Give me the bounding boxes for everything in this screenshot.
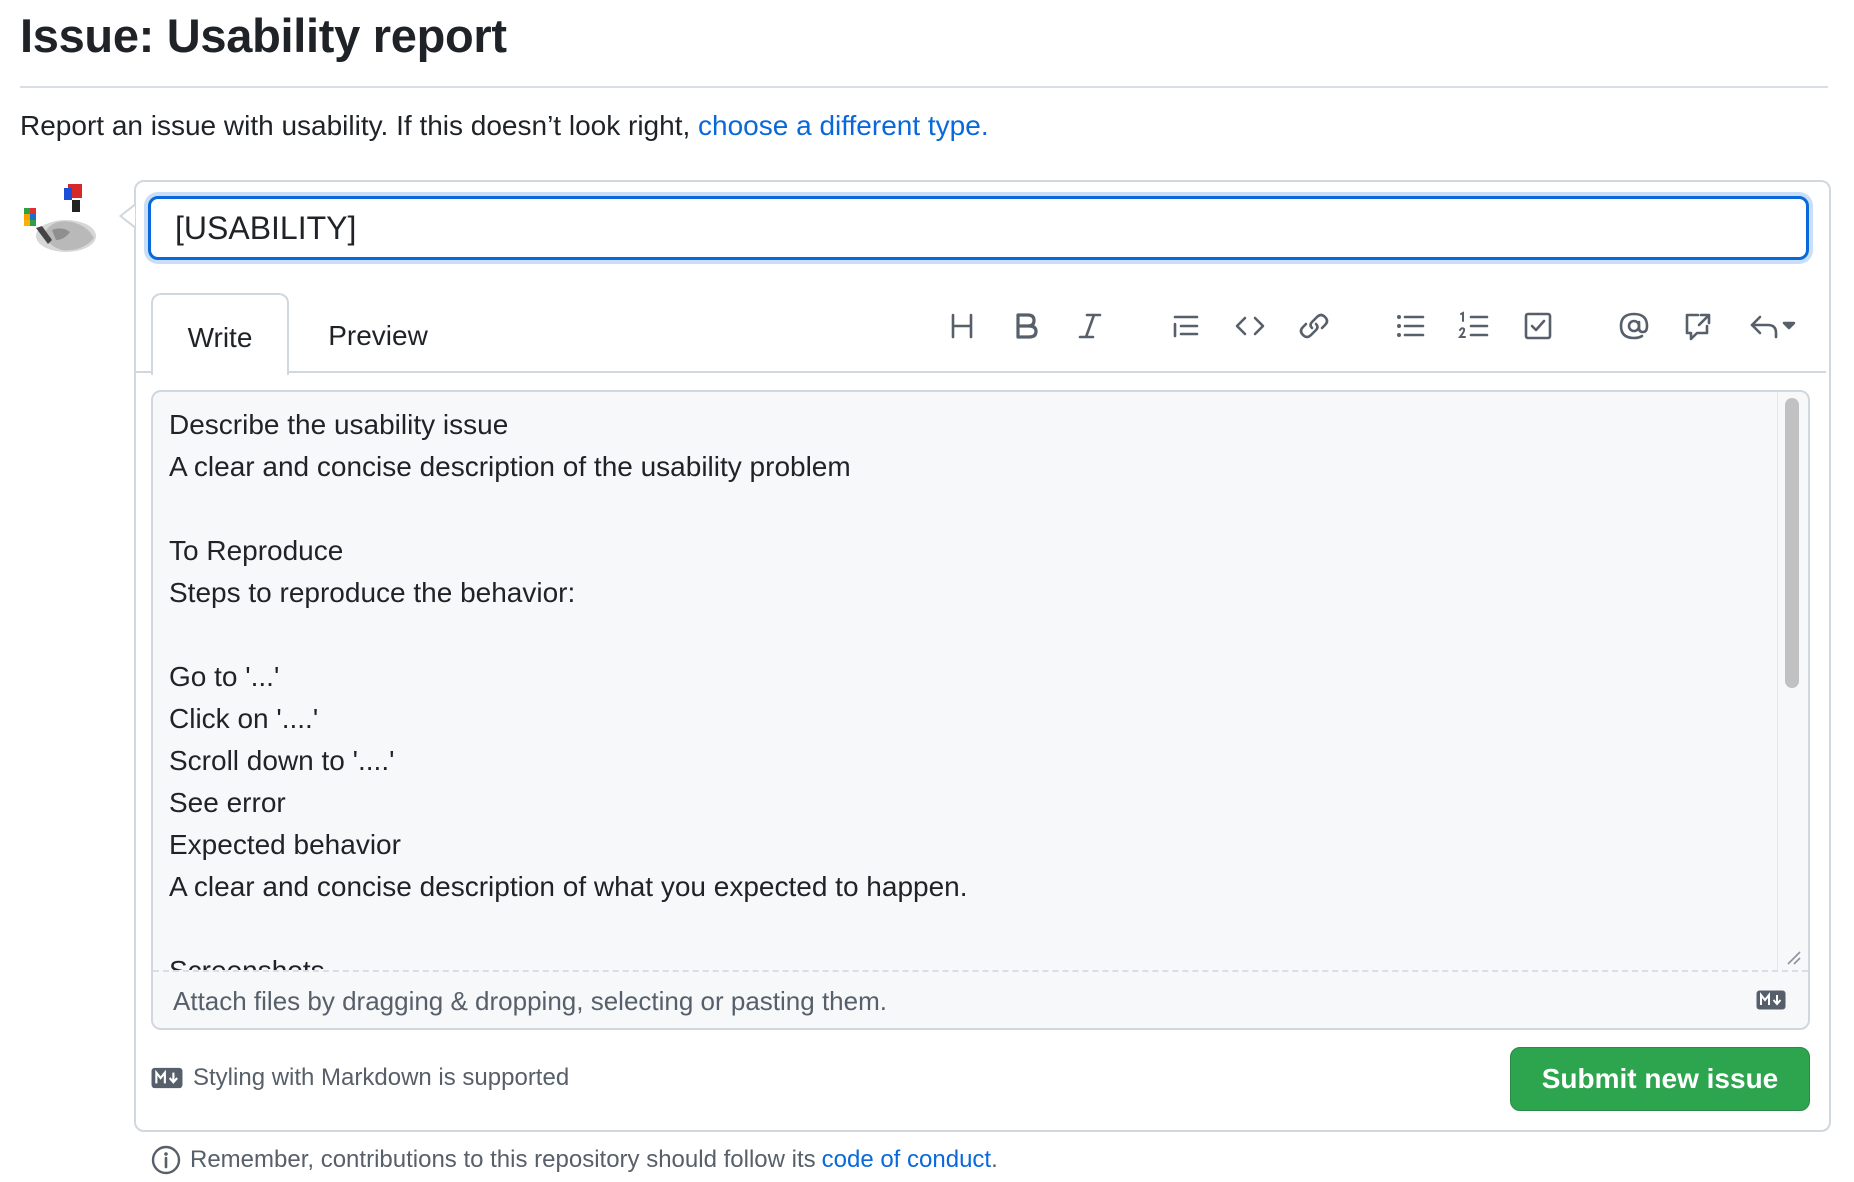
heading-icon[interactable] xyxy=(940,304,984,348)
body-line: Describe the usability issue xyxy=(169,409,509,440)
submit-new-issue-button[interactable]: Submit new issue xyxy=(1510,1047,1810,1111)
contribution-note: Remember, contributions to this reposito… xyxy=(150,1144,998,1176)
choose-different-type-link[interactable]: choose a different type. xyxy=(698,110,989,141)
intro-text-label: Report an issue with usability. If this … xyxy=(20,110,691,141)
markdown-note-label: Styling with Markdown is supported xyxy=(193,1064,570,1091)
body-line: Scroll down to '....' xyxy=(169,745,395,776)
issue-title-input[interactable] xyxy=(148,196,1809,260)
numbered-list-icon[interactable] xyxy=(1452,304,1496,348)
reference-icon[interactable] xyxy=(1676,304,1720,348)
body-line: A clear and concise description of what … xyxy=(169,871,968,902)
body-line: ​ xyxy=(169,614,1769,656)
editor-scrollbar-thumb[interactable] xyxy=(1785,398,1799,688)
box-caret-inner xyxy=(122,206,135,226)
bold-icon[interactable] xyxy=(1004,304,1048,348)
avatar[interactable] xyxy=(22,182,104,264)
quote-icon[interactable] xyxy=(1164,304,1208,348)
link-icon[interactable] xyxy=(1292,304,1336,348)
code-icon[interactable] xyxy=(1228,304,1272,348)
body-line: Click on '....' xyxy=(169,703,319,734)
italic-icon[interactable] xyxy=(1068,304,1112,348)
code-of-conduct-link[interactable]: code of conduct xyxy=(822,1146,991,1174)
issue-body-text[interactable]: Describe the usability issue A clear and … xyxy=(169,404,1769,976)
body-line: Go to '...' xyxy=(169,661,280,692)
markdown-icon xyxy=(151,1067,183,1089)
issue-body-editor[interactable]: Describe the usability issue A clear and … xyxy=(151,390,1810,1030)
body-line: To Reproduce xyxy=(169,535,344,566)
attach-files-text: Attach files by dragging & dropping, sel… xyxy=(173,986,887,1016)
body-line: Expected behavior xyxy=(169,829,401,860)
info-icon xyxy=(151,1145,181,1175)
attach-files-area[interactable]: Attach files by dragging & dropping, sel… xyxy=(153,970,1808,1028)
contribution-note-text: Remember, contributions to this reposito… xyxy=(190,1146,816,1173)
tabs-divider xyxy=(136,371,1826,373)
intro-text: Report an issue with usability. If this … xyxy=(20,110,989,142)
resize-handle-icon[interactable] xyxy=(1784,948,1802,966)
new-issue-page: Issue: Usability report Report an issue … xyxy=(0,0,1854,1182)
avatar-image xyxy=(24,184,96,252)
body-line: ​ xyxy=(169,908,1769,950)
body-line: A clear and concise description of the u… xyxy=(169,451,851,482)
markdown-icon xyxy=(1756,990,1786,1010)
body-line: See error xyxy=(169,787,286,818)
body-line: ​ xyxy=(169,488,1769,530)
bulleted-list-icon[interactable] xyxy=(1388,304,1432,348)
tab-write[interactable]: Write xyxy=(151,293,289,375)
mention-icon[interactable] xyxy=(1612,304,1656,348)
page-title: Issue: Usability report xyxy=(20,9,507,62)
markdown-note[interactable]: Styling with Markdown is supported xyxy=(151,1064,569,1092)
title-divider xyxy=(20,86,1828,88)
tab-preview[interactable]: Preview xyxy=(310,293,446,373)
body-line: Steps to reproduce the behavior: xyxy=(169,577,576,608)
task-list-icon[interactable] xyxy=(1516,304,1560,348)
reply-icon[interactable] xyxy=(1744,304,1804,348)
contribution-note-period: . xyxy=(991,1146,998,1173)
